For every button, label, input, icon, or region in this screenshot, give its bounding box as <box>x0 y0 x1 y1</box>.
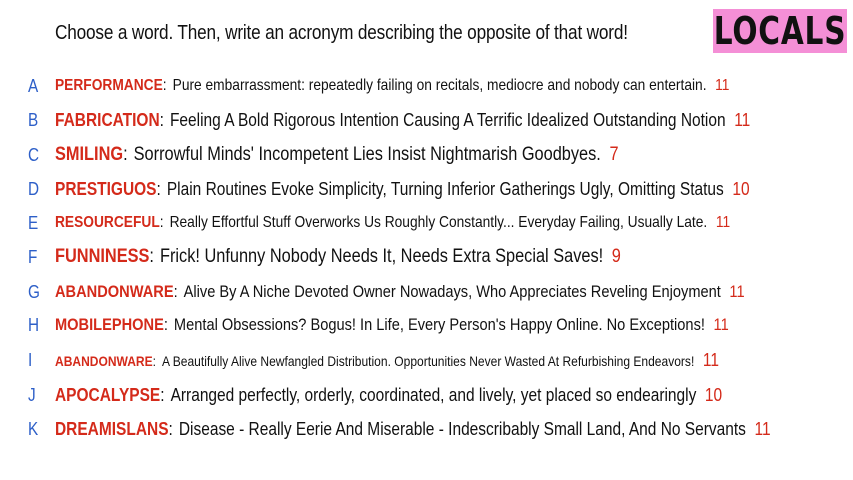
entry-row: E RESOURCEFUL: Really Effortful Stuff Ov… <box>28 212 731 233</box>
entry-acronym: Feeling A Bold Rigorous Intention Causin… <box>169 109 726 130</box>
entry-word: FUNNINESS <box>55 246 150 267</box>
entry-count: 11 <box>713 315 729 334</box>
entry-letter: G <box>28 281 40 302</box>
entry-count: 11 <box>702 349 719 370</box>
entry-row: G ABANDONWARE: Alive By A Niche Devoted … <box>28 281 745 302</box>
entry-acronym: Frick! Unfunny Nobody Needs It, Needs Ex… <box>159 246 604 267</box>
entry-letter: D <box>28 178 40 199</box>
entry-acronym: Really Effortful Stuff Overworks Us Roug… <box>169 214 708 231</box>
entry-word: RESOURCEFUL <box>55 214 160 231</box>
entry-row: D PRESTIGUOS: Plain Routines Evoke Simpl… <box>28 178 750 199</box>
entry-word: ABANDONWARE <box>55 352 153 369</box>
entry-word: FABRICATION <box>55 109 160 130</box>
locals-logo: LOCALS <box>713 9 847 53</box>
entry-count: 11 <box>715 214 731 231</box>
entry-word: PRESTIGUOS <box>55 178 157 199</box>
entry-row: B FABRICATION: Feeling A Bold Rigorous I… <box>28 109 751 130</box>
entry-word: SMILING <box>55 144 124 165</box>
entry-letter: B <box>28 109 39 130</box>
entry-word: ABANDONWARE <box>55 282 174 301</box>
entry-letter: I <box>28 349 33 370</box>
entry-row: C SMILING: Sorrowful Minds' Incompetent … <box>28 144 619 165</box>
entry-acronym: Disease - Really Eerie And Miserable - I… <box>178 418 746 439</box>
entry-word: MOBILEPHONE <box>55 315 164 334</box>
entry-letter: F <box>28 246 38 267</box>
entry-row: H MOBILEPHONE: Mental Obsessions? Bogus!… <box>28 314 729 335</box>
logo-text: LOCALS <box>713 9 847 53</box>
entry-letter: H <box>28 314 40 335</box>
entry-word: DREAMISLANS <box>55 418 169 439</box>
entry-acronym: Pure embarrassment: repeatedly failing o… <box>172 77 707 94</box>
entry-letter: K <box>28 418 39 439</box>
entry-acronym: Alive By A Niche Devoted Owner Nowadays,… <box>183 282 721 301</box>
entry-count: 11 <box>715 77 730 94</box>
entry-word: PERFORMANCE <box>55 77 163 94</box>
entry-letter: E <box>28 212 39 233</box>
entry-acronym: Arranged perfectly, orderly, coordinated… <box>170 384 697 405</box>
entry-count: 10 <box>732 178 750 199</box>
entry-acronym: A Beautifully Alive Newfangled Distribut… <box>162 352 695 369</box>
entry-row: F FUNNINESS: Frick! Unfunny Nobody Needs… <box>28 246 621 267</box>
entry-count: 11 <box>754 418 771 439</box>
entry-word: APOCALYPSE <box>55 384 161 405</box>
entry-acronym: Sorrowful Minds' Incompetent Lies Insist… <box>133 144 601 165</box>
entry-row: J APOCALYPSE: Arranged perfectly, orderl… <box>28 384 723 405</box>
entry-count: 9 <box>611 246 621 267</box>
entry-letter: A <box>28 75 39 96</box>
entry-letter: C <box>28 144 40 165</box>
entry-letter: J <box>28 384 36 405</box>
entry-acronym: Mental Obsessions? Bogus! In Life, Every… <box>173 315 705 334</box>
entry-count: 11 <box>734 109 751 130</box>
prompt-text: Choose a word. Then, write an acronym de… <box>55 22 628 44</box>
entry-count: 7 <box>609 144 619 165</box>
entry-count: 10 <box>704 384 723 405</box>
entry-count: 11 <box>729 282 745 301</box>
entry-row: K DREAMISLANS: Disease - Really Eerie An… <box>28 418 771 439</box>
entry-acronym: Plain Routines Evoke Simplicity, Turning… <box>166 178 724 199</box>
entry-row: A PERFORMANCE: Pure embarrassment: repea… <box>28 75 730 96</box>
entry-row: I ABANDONWARE: A Beautifully Alive Newfa… <box>28 349 719 370</box>
